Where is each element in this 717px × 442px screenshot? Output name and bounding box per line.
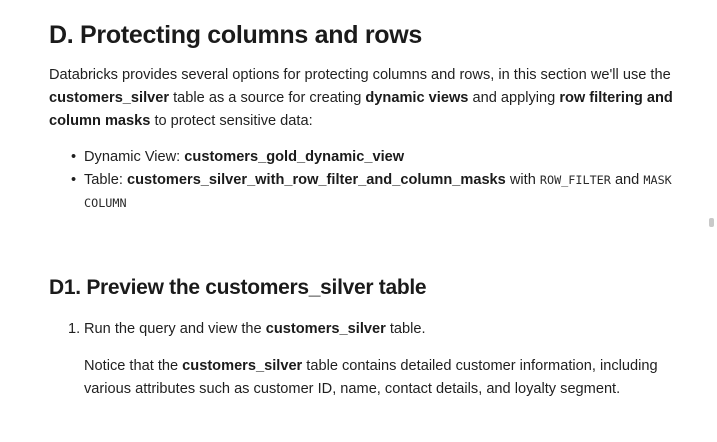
bullet-icon: • (71, 172, 77, 188)
list-item-bold: customers_silver_with_row_filter_and_col… (127, 172, 506, 188)
step-number: 1. (68, 321, 81, 337)
notice-text: Notice that the (84, 358, 183, 374)
list-item-prefix: Table: (84, 172, 127, 188)
section-d1-heading: D1. Preview the customers_silver table (49, 276, 427, 299)
list-item-prefix: Dynamic View: (84, 149, 185, 165)
inline-code-row-filter: ROW_FILTER (539, 173, 611, 187)
notice-bold: customers_silver (182, 358, 303, 374)
intro-text: table as a source for creating (169, 90, 366, 106)
scrollbar-thumb[interactable] (709, 218, 714, 227)
list-item-bold: customers_gold_dynamic_view (184, 149, 405, 165)
list-item-table: • Table: customers_silver_with_row_filte… (49, 169, 694, 215)
notice-paragraph: Notice that the customers_silver table c… (84, 355, 684, 401)
section-d-heading: D. Protecting columns and rows (49, 21, 422, 49)
intro-bold-table: customers_silver (49, 90, 170, 106)
list-item-dynamic-view: • Dynamic View: customers_gold_dynamic_v… (49, 146, 694, 169)
step-text-part: Run the query and view the (84, 321, 266, 337)
step-text-part: table. (385, 321, 426, 337)
list-item-text: with (505, 172, 540, 188)
intro-bold-dynamic-views: dynamic views (365, 90, 469, 106)
intro-text: and applying (468, 90, 560, 106)
bullet-icon: • (71, 149, 77, 165)
intro-text: to protect sensitive data: (150, 113, 313, 129)
section-d-intro: Databricks provides several options for … (49, 64, 684, 133)
intro-text: Databricks provides several options for … (49, 67, 671, 83)
step-text: Run the query and view the customers_sil… (84, 318, 426, 341)
list-item-text: and (610, 172, 644, 188)
step-bold: customers_silver (265, 321, 386, 337)
protection-options-list: • Dynamic View: customers_gold_dynamic_v… (49, 146, 694, 215)
